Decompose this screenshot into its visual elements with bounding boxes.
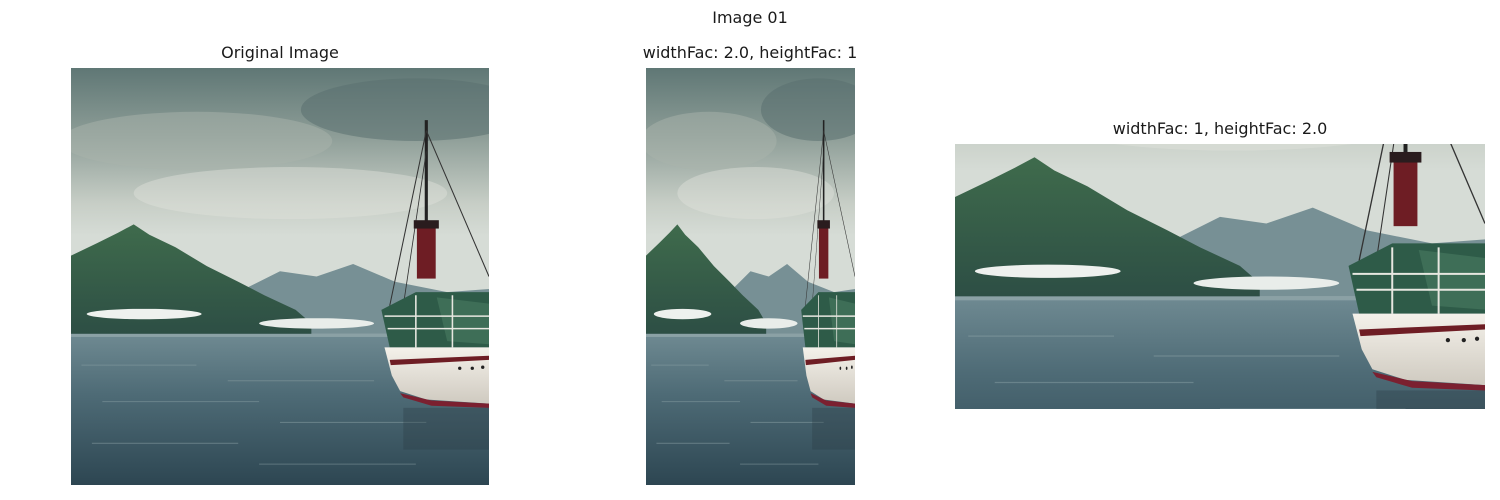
panel-title-height-factor: widthFac: 1, heightFac: 2.0 xyxy=(1112,119,1328,138)
figure-suptitle: Image 01 xyxy=(712,8,788,27)
width-resized-boat-image xyxy=(646,68,855,485)
panel-title-width-factor: widthFac: 2.0, heightFac: 1 xyxy=(642,43,858,62)
height-resized-boat-image xyxy=(955,144,1485,409)
original-boat-image xyxy=(71,68,489,485)
panel-title-original: Original Image xyxy=(221,43,339,62)
